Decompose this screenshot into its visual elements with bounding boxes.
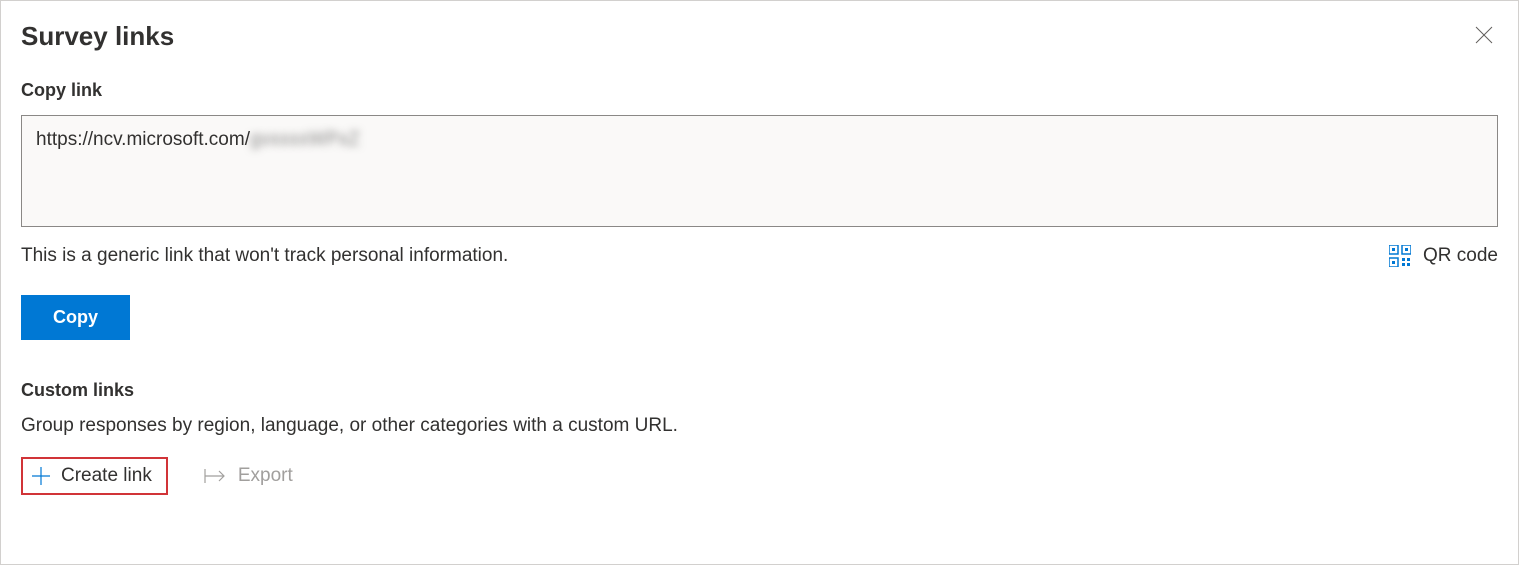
create-link-label: Create link (61, 465, 152, 487)
custom-links-label: Custom links (21, 380, 1498, 401)
custom-links-actions: Create link Export (21, 457, 1498, 495)
export-label: Export (238, 465, 293, 487)
link-url-prefix: https://ncv.microsoft.com/ (36, 129, 250, 150)
qr-code-icon (1389, 245, 1411, 267)
export-icon (204, 467, 226, 485)
survey-links-panel: Survey links Copy link https://ncv.micro… (0, 0, 1519, 565)
qr-code-label: QR code (1423, 245, 1498, 267)
survey-link-input[interactable]: https://ncv.microsoft.com/gvxxxxWPxZ (21, 115, 1498, 227)
panel-title: Survey links (21, 21, 174, 52)
info-row: This is a generic link that won't track … (21, 245, 1498, 267)
close-icon (1474, 25, 1494, 48)
export-button[interactable]: Export (204, 465, 293, 487)
header-row: Survey links (21, 21, 1498, 52)
custom-links-description: Group responses by region, language, or … (21, 415, 1498, 437)
plus-icon (31, 466, 51, 486)
qr-code-button[interactable]: QR code (1389, 245, 1498, 267)
create-link-button[interactable]: Create link (21, 457, 168, 495)
close-button[interactable] (1470, 21, 1498, 52)
copy-button[interactable]: Copy (21, 295, 130, 340)
copy-link-label: Copy link (21, 80, 1498, 101)
generic-link-info: This is a generic link that won't track … (21, 245, 508, 267)
link-url-suffix-blurred: gvxxxxWPxZ (250, 129, 360, 150)
